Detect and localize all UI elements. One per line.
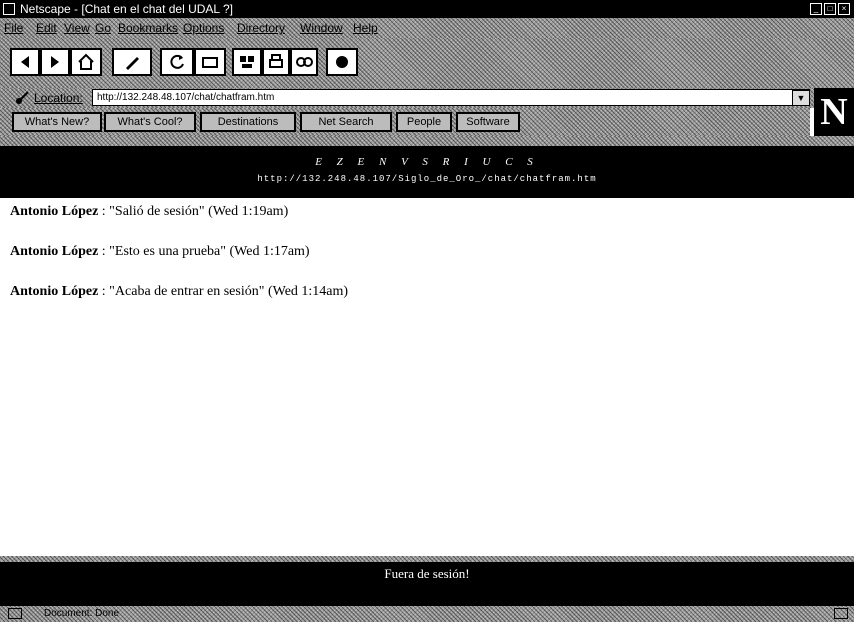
destinations-button[interactable]: Destinations bbox=[200, 112, 296, 132]
toolbar-divider bbox=[0, 136, 854, 146]
chat-message: Antonio López : "Esto es una prueba" (We… bbox=[10, 244, 310, 260]
chevron-down-icon[interactable]: ▼ bbox=[792, 90, 810, 106]
message-text: : "Esto es una prueba" (Wed 1:17am) bbox=[98, 244, 310, 259]
chat-footer-frame: Fuera de sesión! bbox=[0, 562, 854, 606]
home-button[interactable] bbox=[70, 48, 102, 76]
minimize-icon[interactable]: _ bbox=[810, 3, 822, 15]
chat-header-title: E Z E N V S R I U C S bbox=[315, 156, 539, 168]
system-menu-icon[interactable] bbox=[3, 3, 15, 15]
back-icon bbox=[21, 56, 29, 68]
chat-messages: Antonio López : "Salió de sesión" (Wed 1… bbox=[0, 198, 854, 562]
message-text: : "Acaba de entrar en sesión" (Wed 1:14a… bbox=[98, 284, 349, 299]
stop-icon bbox=[336, 56, 348, 68]
maximize-icon[interactable]: □ bbox=[824, 3, 836, 15]
print-icon bbox=[269, 54, 283, 68]
title-bar: Netscape - [Chat en el chat del UDAL ?] … bbox=[0, 0, 854, 18]
forward-icon bbox=[51, 56, 59, 68]
find-icon bbox=[296, 57, 313, 67]
forward-button[interactable] bbox=[40, 48, 70, 76]
close-icon[interactable]: × bbox=[838, 3, 850, 15]
menu-file[interactable]: File bbox=[4, 21, 23, 35]
print-button[interactable] bbox=[262, 48, 290, 76]
location-bar: Location: http://132.248.48.107/chat/cha… bbox=[0, 88, 854, 108]
security-key-icon bbox=[16, 91, 29, 104]
menu-edit[interactable]: Edit bbox=[36, 21, 57, 35]
menu-directory[interactable]: Directory bbox=[237, 21, 285, 35]
back-button[interactable] bbox=[10, 48, 40, 76]
menu-go[interactable]: Go bbox=[95, 21, 111, 35]
find-button[interactable] bbox=[290, 48, 318, 76]
menu-help[interactable]: Help bbox=[353, 21, 378, 35]
open-button[interactable] bbox=[232, 48, 262, 76]
people-button[interactable]: People bbox=[396, 112, 452, 132]
location-label: Location: bbox=[34, 91, 83, 105]
message-text: : "Salió de sesión" (Wed 1:19am) bbox=[98, 204, 289, 219]
reload-button[interactable] bbox=[160, 48, 194, 76]
mail-icon[interactable] bbox=[834, 608, 848, 619]
chat-header-frame: E Z E N V S R I U C S http://132.248.48.… bbox=[0, 146, 854, 198]
menu-view[interactable]: View bbox=[64, 21, 90, 35]
menu-bookmarks[interactable]: Bookmarks bbox=[118, 21, 178, 35]
chat-message: Antonio López : "Salió de sesión" (Wed 1… bbox=[10, 204, 288, 220]
reload-icon bbox=[170, 54, 184, 69]
status-bar: Document: Done bbox=[0, 606, 854, 622]
open-icon bbox=[240, 56, 254, 68]
chat-message: Antonio López : "Acaba de entrar en sesi… bbox=[10, 284, 348, 300]
toolbar bbox=[0, 38, 854, 88]
whats-new-button[interactable]: What's New? bbox=[12, 112, 102, 132]
menu-window[interactable]: Window bbox=[300, 21, 343, 35]
edit-icon bbox=[126, 57, 139, 70]
chat-header-url: http://132.248.48.107/Siglo_de_Oro_/chat… bbox=[257, 174, 597, 184]
message-user: Antonio López bbox=[10, 284, 99, 299]
images-icon bbox=[202, 57, 218, 68]
status-text: Document: Done bbox=[44, 608, 120, 619]
menu-options[interactable]: Options bbox=[183, 21, 224, 35]
directory-buttons: What's New? What's Cool? Destinations Ne… bbox=[0, 108, 810, 136]
edit-button[interactable] bbox=[112, 48, 152, 76]
logout-link[interactable]: Fuera de sesión! bbox=[0, 566, 854, 582]
software-button[interactable]: Software bbox=[456, 112, 520, 132]
stop-button[interactable] bbox=[326, 48, 358, 76]
images-button[interactable] bbox=[194, 48, 226, 76]
window-title: Netscape - [Chat en el chat del UDAL ?] bbox=[20, 2, 233, 16]
window-controls: _ □ × bbox=[810, 3, 850, 15]
net-search-button[interactable]: Net Search bbox=[300, 112, 392, 132]
url-input[interactable]: http://132.248.48.107/chat/chatfram.htm bbox=[92, 89, 810, 106]
security-status-icon bbox=[8, 608, 22, 619]
home-icon bbox=[78, 53, 94, 70]
message-user: Antonio López bbox=[10, 204, 99, 219]
message-user: Antonio López bbox=[10, 244, 99, 259]
netscape-logo[interactable]: N bbox=[814, 88, 854, 136]
whats-cool-button[interactable]: What's Cool? bbox=[104, 112, 196, 132]
menu-bar: File Edit View Go Bookmarks Options Dire… bbox=[0, 18, 854, 38]
